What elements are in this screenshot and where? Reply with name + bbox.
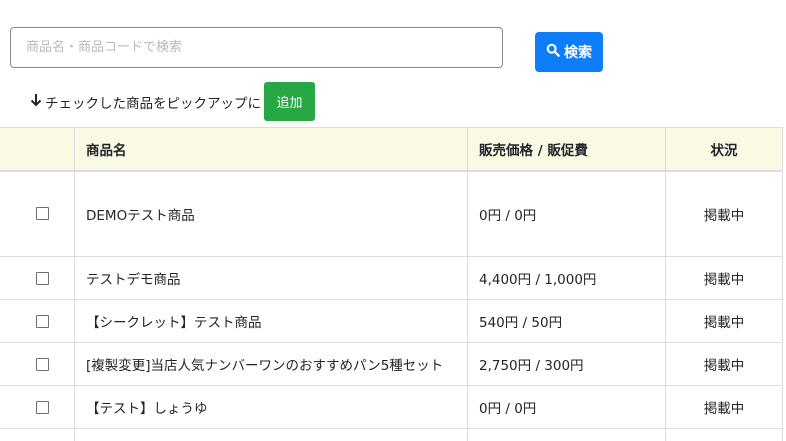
row-cell bbox=[665, 428, 783, 441]
row-checkbox-cell bbox=[0, 170, 75, 257]
product-price: 540円 / 50円 bbox=[467, 299, 666, 343]
add-to-pickup-button[interactable]: 追加 bbox=[264, 82, 315, 121]
row-cell bbox=[74, 428, 468, 441]
header-name: 商品名 bbox=[74, 127, 468, 172]
search-button-label: 検索 bbox=[564, 45, 592, 61]
product-status: 掲載中 bbox=[665, 299, 783, 343]
search-input[interactable] bbox=[10, 27, 503, 68]
header-status: 状況 bbox=[665, 127, 783, 172]
table-row[interactable]: [複製変更]当店人気ナンバーワンのおすすめパン5種セット 2,750円 / 30… bbox=[0, 342, 783, 386]
row-cell bbox=[467, 428, 666, 441]
row-checkbox-cell bbox=[0, 385, 75, 429]
row-checkbox[interactable] bbox=[35, 400, 49, 414]
product-price: 0円 / 0円 bbox=[467, 170, 666, 257]
product-status: 掲載中 bbox=[665, 256, 783, 300]
row-checkbox-cell bbox=[0, 256, 75, 300]
product-status: 掲載中 bbox=[665, 342, 783, 386]
product-price: 4,400円 / 1,000円 bbox=[467, 256, 666, 300]
product-name[interactable]: 【テスト】しょうゆ bbox=[74, 385, 468, 429]
row-checkbox[interactable] bbox=[35, 207, 49, 221]
row-cell bbox=[0, 428, 75, 441]
product-name[interactable]: 【シークレット】テスト商品 bbox=[74, 299, 468, 343]
table-row[interactable]: 【テスト】しょうゆ 0円 / 0円 掲載中 bbox=[0, 385, 783, 429]
row-checkbox[interactable] bbox=[35, 314, 49, 328]
header-price: 販売価格 / 販促費 bbox=[467, 127, 666, 172]
row-checkbox[interactable] bbox=[35, 357, 49, 371]
product-name[interactable]: [複製変更]当店人気ナンバーワンのおすすめパン5種セット bbox=[74, 342, 468, 386]
pickup-row: チェックした商品をピックアップに 追加 bbox=[30, 82, 315, 121]
table-row[interactable]: 【シークレット】テスト商品 540円 / 50円 掲載中 bbox=[0, 299, 783, 343]
arrow-down-icon bbox=[30, 93, 45, 111]
row-checkbox-cell bbox=[0, 342, 75, 386]
row-checkbox[interactable] bbox=[35, 271, 49, 285]
product-list-page: 検索 チェックした商品をピックアップに 追加 商品名 販売価格 / 販促費 状況… bbox=[0, 0, 786, 441]
row-checkbox-cell bbox=[0, 299, 75, 343]
product-status: 掲載中 bbox=[665, 385, 783, 429]
product-name[interactable]: DEMOテスト商品 bbox=[74, 170, 468, 257]
product-name[interactable]: テストデモ商品 bbox=[74, 256, 468, 300]
header-checkbox-column bbox=[0, 127, 75, 172]
pickup-label: チェックした商品をピックアップに bbox=[45, 95, 261, 112]
table-header-row: 商品名 販売価格 / 販促費 状況 bbox=[0, 127, 783, 172]
search-button[interactable]: 検索 bbox=[535, 32, 603, 72]
search-icon bbox=[546, 43, 560, 61]
product-price: 2,750円 / 300円 bbox=[467, 342, 666, 386]
product-status: 掲載中 bbox=[665, 170, 783, 257]
table-row bbox=[0, 428, 783, 441]
table-row[interactable]: テストデモ商品 4,400円 / 1,000円 掲載中 bbox=[0, 256, 783, 300]
product-table: 商品名 販売価格 / 販促費 状況 DEMOテスト商品 0円 / 0円 掲載中 … bbox=[0, 127, 783, 441]
product-price: 0円 / 0円 bbox=[467, 385, 666, 429]
table-row[interactable]: DEMOテスト商品 0円 / 0円 掲載中 bbox=[0, 170, 783, 257]
